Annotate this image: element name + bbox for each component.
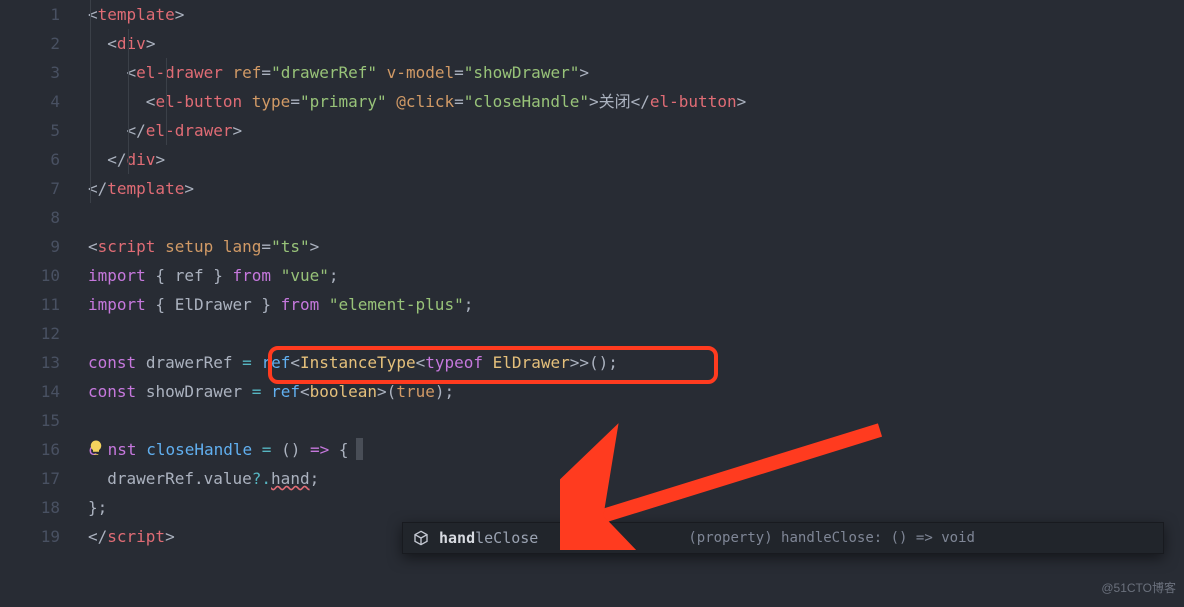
- code-line[interactable]: <el-button type="primary" @click="closeH…: [88, 87, 1184, 116]
- code-line[interactable]: </template>: [88, 174, 1184, 203]
- line-number: 18: [0, 493, 60, 522]
- line-number: 6: [0, 145, 60, 174]
- line-number: 16: [0, 435, 60, 464]
- code-line[interactable]: </el-drawer>: [88, 116, 1184, 145]
- code-line[interactable]: <script setup lang="ts">: [88, 232, 1184, 261]
- code-line[interactable]: </div>: [88, 145, 1184, 174]
- line-number: 11: [0, 290, 60, 319]
- code-line[interactable]: [88, 319, 1184, 348]
- line-number: 19: [0, 522, 60, 551]
- line-number: 5: [0, 116, 60, 145]
- line-number: 10: [0, 261, 60, 290]
- code-line[interactable]: const drawerRef = ref<InstanceType<typeo…: [88, 348, 1184, 377]
- line-number: 4: [0, 87, 60, 116]
- code-line[interactable]: [88, 406, 1184, 435]
- line-number: 13: [0, 348, 60, 377]
- completion-item-icon: [413, 530, 429, 546]
- line-number: 12: [0, 319, 60, 348]
- code-area[interactable]: <template> <div> <el-drawer ref="drawerR…: [88, 0, 1184, 607]
- indent-guide: [90, 0, 91, 203]
- line-number: 2: [0, 29, 60, 58]
- lightbulb-icon[interactable]: [86, 438, 106, 458]
- completion-item-label[interactable]: handleClose: [439, 524, 538, 553]
- code-line[interactable]: <el-drawer ref="drawerRef" v-model="show…: [88, 58, 1184, 87]
- code-line[interactable]: import { ElDrawer } from "element-plus";: [88, 290, 1184, 319]
- line-number: 1: [0, 0, 60, 29]
- indent-guide: [128, 29, 129, 174]
- code-editor[interactable]: 12345678910111213141516171819 <template>…: [0, 0, 1184, 607]
- watermark: @51CTO博客: [1101, 574, 1176, 603]
- code-line[interactable]: };: [88, 493, 1184, 522]
- line-number: 17: [0, 464, 60, 493]
- text-cursor: [356, 438, 363, 460]
- code-line[interactable]: drawerRef.value?.hand;: [88, 464, 1184, 493]
- line-number-gutter: 12345678910111213141516171819: [0, 0, 88, 607]
- completion-popup[interactable]: handleClose (property) handleClose: () =>…: [402, 522, 1164, 554]
- code-line[interactable]: const showDrawer = ref<boolean>(true);: [88, 377, 1184, 406]
- line-number: 14: [0, 377, 60, 406]
- line-number: 8: [0, 203, 60, 232]
- code-line[interactable]: <template>: [88, 0, 1184, 29]
- line-number: 9: [0, 232, 60, 261]
- code-line[interactable]: c nst closeHandle = () => {: [88, 435, 1184, 464]
- line-number: 7: [0, 174, 60, 203]
- code-line[interactable]: [88, 203, 1184, 232]
- completion-item-detail: (property) handleClose: () => void: [688, 524, 975, 553]
- indent-guide: [166, 58, 167, 145]
- line-number: 15: [0, 406, 60, 435]
- line-number: 3: [0, 58, 60, 87]
- code-line[interactable]: import { ref } from "vue";: [88, 261, 1184, 290]
- code-line[interactable]: <div>: [88, 29, 1184, 58]
- error-token: hand: [271, 469, 310, 488]
